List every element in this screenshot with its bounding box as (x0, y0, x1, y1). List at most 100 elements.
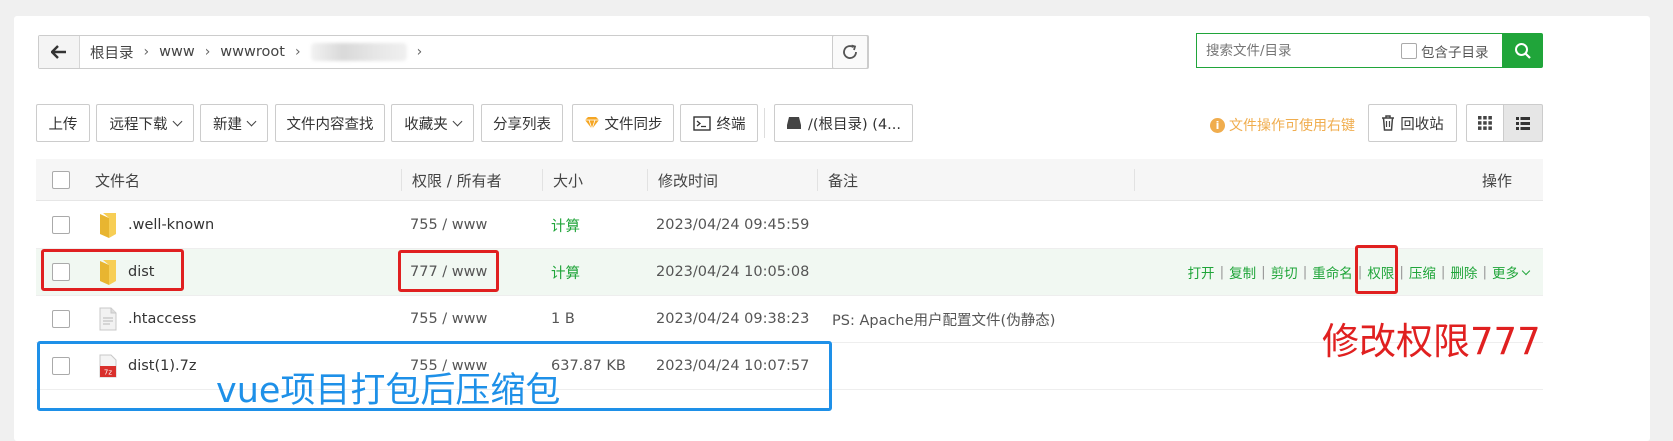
file-sync-label: 文件同步 (604, 116, 663, 133)
row-checkbox[interactable] (52, 216, 70, 234)
chevron-down-icon (452, 116, 463, 126)
op-rename[interactable]: 重命名 (1312, 262, 1353, 282)
terminal-label: 终端 (716, 116, 746, 133)
op-compress[interactable]: 压缩 (1409, 262, 1436, 282)
grid-icon (1478, 116, 1492, 130)
include-subdir-label: 包含子目录 (1421, 44, 1489, 61)
include-subdir-toggle[interactable]: 包含子目录 (1401, 41, 1489, 61)
file-mtime: 2023/04/24 09:38:23 (656, 311, 810, 327)
terminal-button[interactable]: 终端 (680, 104, 758, 142)
row-checkbox[interactable] (52, 310, 70, 328)
file-permission[interactable]: 755 / www (410, 296, 487, 342)
chevron-down-icon (246, 116, 257, 126)
search-icon (1514, 42, 1531, 59)
breadcrumb-root[interactable]: 根目录 (90, 42, 134, 63)
highlight-box-dist-name (41, 249, 184, 291)
header-divider (401, 169, 402, 191)
op-open[interactable]: 打开 (1188, 262, 1215, 282)
file-icon (99, 296, 117, 342)
breadcrumb-wwwroot[interactable]: wwwroot (220, 44, 285, 60)
annotation-blue-text: vue项目打包后压缩包 (216, 371, 561, 411)
chevron-right-icon: › (143, 44, 150, 60)
header-note: 备注 (828, 171, 859, 190)
search-input[interactable] (1206, 42, 1386, 59)
remote-download-button[interactable]: 远程下载 (96, 104, 194, 142)
folder-icon (98, 202, 118, 248)
table-row[interactable]: .htaccess 755 / www 1 B 2023/04/24 09:38… (36, 296, 1543, 343)
select-all-checkbox[interactable] (52, 171, 70, 189)
include-subdir-checkbox[interactable] (1401, 42, 1417, 59)
share-list-button[interactable]: 分享列表 (481, 104, 563, 142)
file-table-header: 文件名 权限 / 所有者 大小 修改时间 备注 操作 (36, 159, 1543, 201)
header-permission[interactable]: 权限 / 所有者 (412, 159, 502, 201)
refresh-button[interactable] (832, 35, 868, 69)
right-click-tip: i 文件操作可使用右键 (1210, 115, 1355, 135)
diamond-icon (584, 117, 599, 130)
upload-button[interactable]: 上传 (36, 104, 90, 142)
highlight-box-dist-permission (398, 250, 499, 292)
remote-download-label: 远程下载 (109, 116, 168, 133)
file-permission[interactable]: 755 / www (410, 202, 487, 248)
breadcrumb-redacted[interactable] (310, 43, 407, 61)
disk-label: /(根目录) (4... (807, 116, 902, 133)
chevron-down-icon (172, 116, 182, 126)
row-checkbox-cell (52, 202, 70, 248)
file-name[interactable]: .htaccess (128, 296, 196, 342)
chevron-down-icon (1521, 266, 1531, 275)
header-divider (1134, 169, 1135, 191)
table-row[interactable]: dist 777 / www 计算 2023/04/24 10:05:08 打开… (36, 249, 1543, 296)
trash-icon (1382, 115, 1395, 131)
content-search-button[interactable]: 文件内容查找 (275, 104, 385, 142)
header-size[interactable]: 大小 (553, 159, 583, 201)
favorites-button[interactable]: 收藏夹 (391, 104, 474, 142)
search-button[interactable] (1502, 33, 1543, 68)
header-divider (542, 169, 543, 191)
content-search-label: 文件内容查找 (286, 116, 374, 133)
file-size-calc[interactable]: 计算 (551, 249, 580, 295)
op-divider: | (1482, 264, 1487, 280)
highlight-box-permission-op (1355, 245, 1398, 294)
file-name[interactable]: .well-known (128, 202, 214, 248)
terminal-icon (692, 115, 711, 131)
search-box: 包含子目录 (1196, 33, 1502, 68)
tip-text: 文件操作可使用右键 (1229, 118, 1355, 134)
grid-view-button[interactable] (1466, 104, 1504, 142)
arrow-left-icon (51, 45, 66, 59)
upload-label: 上传 (48, 116, 78, 133)
table-row[interactable]: .well-known 755 / www 计算 2023/04/24 09:4… (36, 202, 1543, 249)
op-cut[interactable]: 剪切 (1271, 262, 1298, 282)
select-all-cell (52, 159, 70, 201)
op-divider: | (1399, 264, 1404, 280)
refresh-icon (843, 44, 857, 59)
chevron-right-icon: › (416, 44, 423, 60)
file-note[interactable]: PS: Apache用户配置文件(伪静态) (832, 296, 1055, 342)
header-divider (647, 169, 648, 191)
breadcrumb-www[interactable]: www (159, 44, 195, 60)
disk-button[interactable]: /(根目录) (4... (774, 104, 913, 142)
chevron-right-icon: › (294, 44, 301, 60)
op-delete[interactable]: 删除 (1450, 262, 1477, 282)
path-bar: 根目录 › www › wwwroot › › (38, 35, 869, 69)
op-divider: | (1219, 264, 1225, 280)
header-filename[interactable]: 文件名 (95, 159, 140, 201)
chevron-right-icon: › (204, 44, 211, 60)
file-sync-button[interactable]: 文件同步 (572, 104, 674, 142)
back-button[interactable] (39, 36, 80, 68)
op-divider: | (1440, 264, 1446, 280)
op-divider: | (1261, 264, 1266, 280)
list-view-button[interactable] (1503, 104, 1543, 142)
op-more[interactable]: 更多 (1492, 262, 1519, 282)
file-mtime: 2023/04/24 10:05:08 (656, 264, 810, 280)
header-ops: 操作 (1482, 171, 1513, 190)
op-copy[interactable]: 复制 (1229, 262, 1256, 282)
header-mtime[interactable]: 修改时间 (658, 159, 718, 201)
file-mtime: 2023/04/24 09:45:59 (656, 217, 810, 233)
new-label: 新建 (213, 116, 242, 133)
header-divider (817, 169, 818, 191)
file-size-calc[interactable]: 计算 (551, 202, 580, 248)
toolbar-divider (764, 108, 765, 138)
new-button[interactable]: 新建 (200, 104, 268, 142)
annotation-red-text: 修改权限777 (1322, 320, 1541, 363)
recycle-bin-button[interactable]: 回收站 (1368, 104, 1457, 142)
list-icon (1516, 116, 1530, 130)
